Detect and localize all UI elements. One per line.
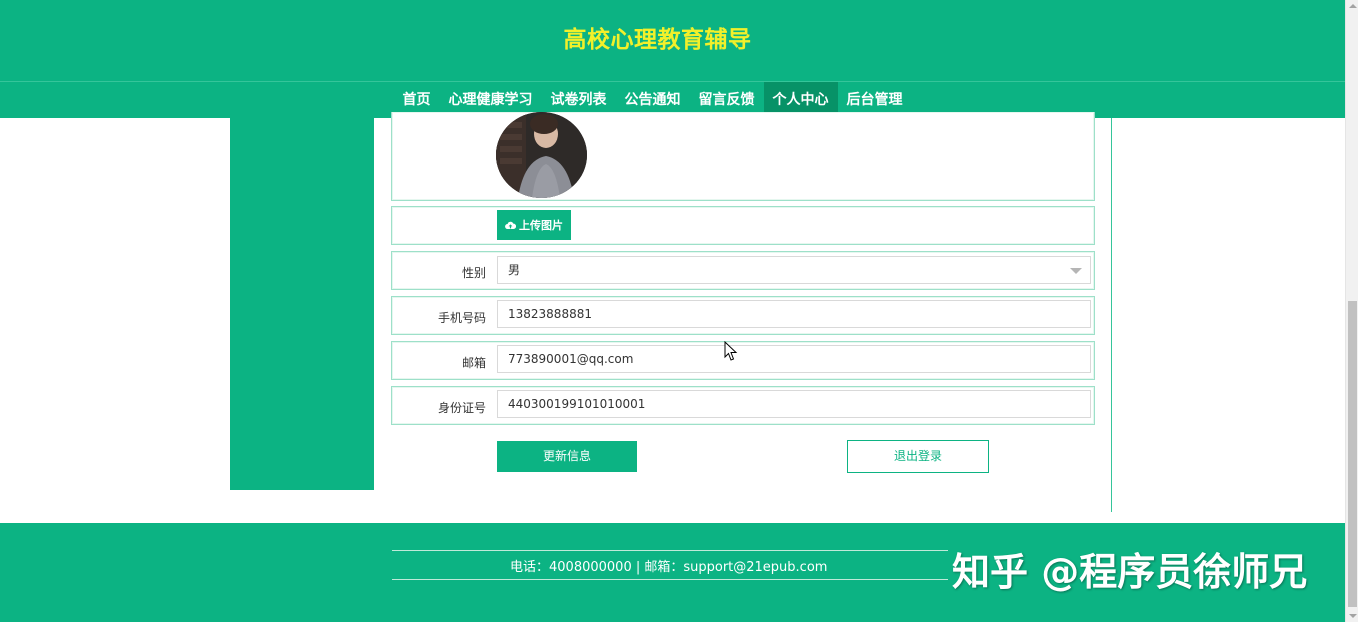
avatar-image xyxy=(496,112,587,198)
email-row: 邮箱 773890001@qq.com xyxy=(391,341,1095,380)
watermark-text: 知乎 @程序员徐师兄 xyxy=(952,550,1308,594)
logout-button[interactable]: 退出登录 xyxy=(847,440,989,473)
upload-image-label: 上传图片 xyxy=(519,219,563,232)
site-header: 高校心理教育辅导 xyxy=(0,0,1345,81)
sidebar-panel xyxy=(230,118,374,490)
page-scrollbar[interactable] xyxy=(1345,0,1358,622)
mouse-pointer-icon xyxy=(724,341,738,361)
id-number-row: 身份证号 440300199101010001 xyxy=(391,386,1095,425)
phone-row: 手机号码 13823888881 xyxy=(391,296,1095,335)
scroll-thumb[interactable] xyxy=(1348,301,1357,607)
gender-select[interactable]: 男 xyxy=(497,256,1091,284)
chevron-down-icon xyxy=(1070,268,1082,274)
id-number-label: 身份证号 xyxy=(437,401,486,415)
upload-row: 上传图片 xyxy=(391,206,1095,245)
content-divider xyxy=(1111,118,1112,512)
gender-row: 性别 男 xyxy=(391,251,1095,290)
gender-label: 性别 xyxy=(461,266,486,280)
footer-divider-top xyxy=(392,550,948,551)
scroll-up-arrow-icon[interactable] xyxy=(1349,4,1357,8)
phone-label: 手机号码 xyxy=(437,311,486,325)
avatar xyxy=(496,112,587,198)
email-label: 邮箱 xyxy=(461,356,486,370)
site-footer: 电话：4008000000 | 邮箱：support@21epub.com 知乎… xyxy=(0,523,1345,622)
cloud-upload-icon xyxy=(505,221,516,229)
phone-input[interactable]: 13823888881 xyxy=(497,300,1091,328)
email-input[interactable]: 773890001@qq.com xyxy=(497,345,1091,373)
upload-image-button[interactable]: 上传图片 xyxy=(497,210,571,240)
update-info-button[interactable]: 更新信息 xyxy=(497,441,637,472)
scroll-down-arrow-icon[interactable] xyxy=(1349,614,1357,618)
gender-value: 男 xyxy=(508,263,521,277)
footer-divider-bottom xyxy=(392,579,948,580)
site-title: 高校心理教育辅导 xyxy=(563,27,752,53)
id-number-input[interactable]: 440300199101010001 xyxy=(497,390,1091,418)
